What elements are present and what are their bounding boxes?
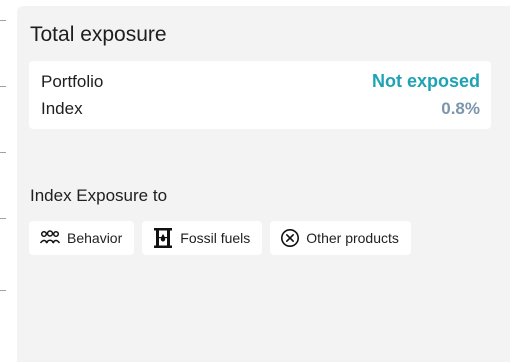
chip-behavior-label: Behavior: [67, 230, 123, 246]
edge-tick: [0, 152, 6, 153]
edge-tick: [0, 218, 6, 219]
chip-behavior[interactable]: Behavior: [29, 221, 135, 255]
exposure-chips: Behavior Fossil fuels Other products: [29, 221, 411, 255]
total-exposure-panel: Total exposure Portfolio Not exposed Ind…: [17, 6, 510, 362]
panel-title: Total exposure: [30, 23, 167, 46]
portfolio-label: Portfolio: [41, 71, 104, 91]
index-exposure-label: Index Exposure to: [30, 186, 168, 205]
portfolio-value: Not exposed: [371, 71, 480, 91]
chip-other-products-label: Other products: [306, 230, 399, 246]
oil-barrel-icon: [152, 227, 174, 249]
edge-tick: [0, 290, 6, 291]
edge-tick: [0, 20, 6, 21]
chip-fossil-fuels-label: Fossil fuels: [180, 230, 251, 246]
portfolio-row: Portfolio Not exposed: [41, 71, 480, 92]
exposure-summary-card: Portfolio Not exposed Index 0.8%: [29, 61, 491, 129]
edge-tick: [0, 86, 6, 87]
index-value: 0.8%: [441, 99, 480, 118]
left-edge-ticks: [0, 0, 12, 362]
chip-other-products[interactable]: Other products: [270, 221, 411, 255]
circle-x-icon: [280, 228, 300, 248]
people-group-icon: [39, 230, 61, 246]
index-row: Index 0.8%: [41, 99, 480, 119]
chip-fossil-fuels[interactable]: Fossil fuels: [142, 221, 263, 255]
index-label: Index: [41, 99, 83, 118]
